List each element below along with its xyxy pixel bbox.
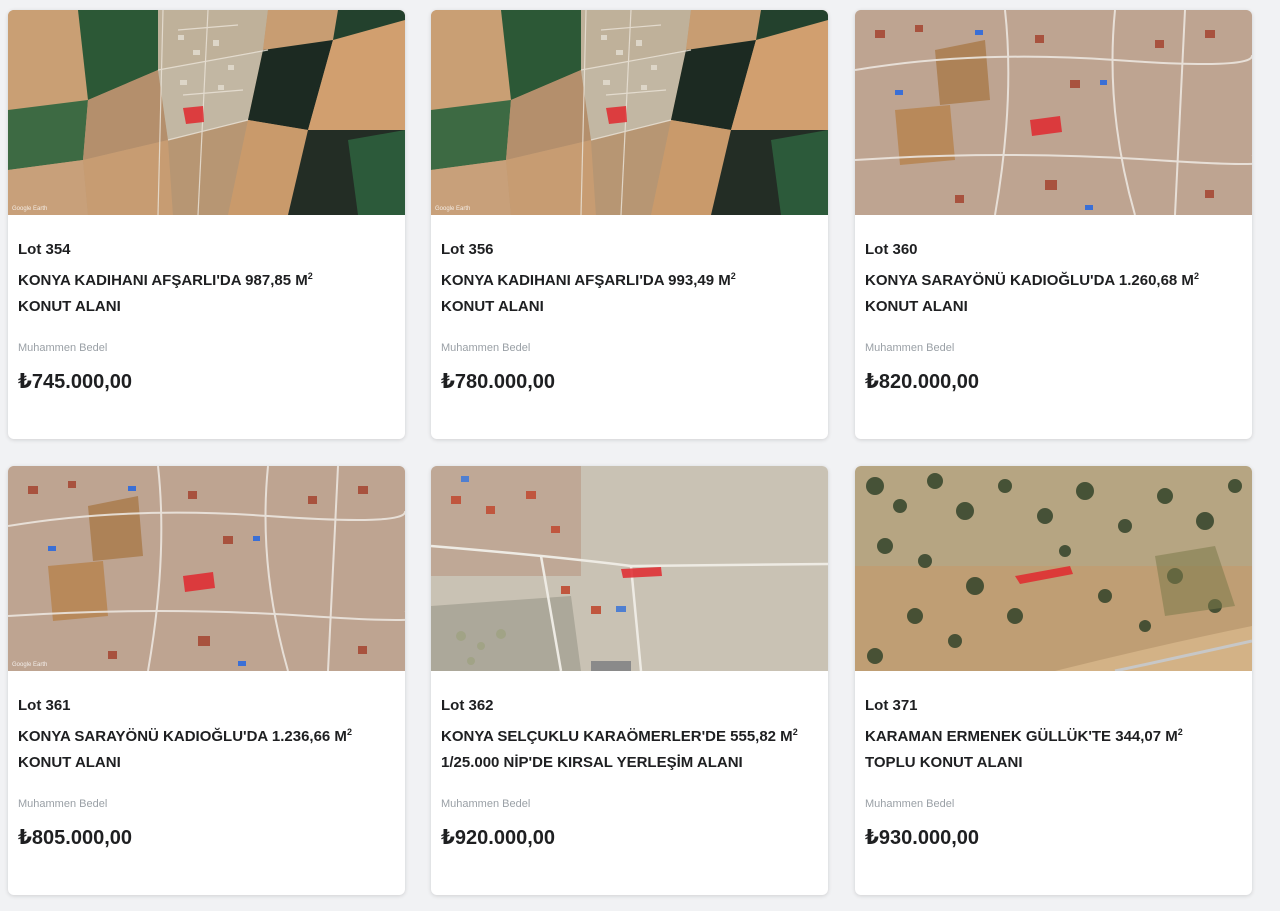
listings-grid: Google Earth Lot 354 KONYA KADIHANI AFŞA… [0,0,1280,911]
listing-subtitle: KONUT ALANI [441,298,544,315]
listing-image[interactable]: Google Earth [8,466,405,671]
lot-number: Lot 362 [441,697,494,714]
aerial-farmland-image [431,10,828,215]
image-credit: Google Earth [12,206,48,212]
listing-subtitle: KONUT ALANI [865,298,968,315]
aerial-farmland-image [8,10,405,215]
lot-number: Lot 360 [865,241,918,258]
listing-subtitle: 1/25.000 NİP'DE KIRSAL YERLEŞİM ALANI [441,754,743,771]
listing-subtitle: KONUT ALANI [18,754,121,771]
listing-title-link[interactable]: KARAMAN ERMENEK GÜLLÜK'TE 344,07 M2 TOPL… [865,724,1242,776]
listing-subtitle: TOPLU KONUT ALANI [865,754,1023,771]
superscript: 2 [792,727,798,737]
aerial-scrubland-image [855,466,1252,671]
listing-image[interactable] [431,466,828,671]
image-credit: Google Earth [12,662,48,668]
listing-title-link[interactable]: KONYA KADIHANI AFŞARLI'DA 987,85 M2 KONU… [18,268,395,320]
price-value: ₺745.000,00 [18,371,133,393]
listing-title-link[interactable]: KONYA SARAYÖNÜ KADIOĞLU'DA 1.236,66 M2 K… [18,724,395,776]
lot-number: Lot 361 [18,697,71,714]
listing-title-link[interactable]: KONYA SELÇUKLU KARAÖMERLER'DE 555,82 M2 … [441,724,818,776]
superscript: 2 [730,271,736,281]
listing-image[interactable] [855,10,1252,215]
price-label: Muhammen Bedel [865,342,955,354]
listing-image[interactable] [855,466,1252,671]
price-value: ₺820.000,00 [865,371,980,393]
price-label: Muhammen Bedel [441,342,531,354]
listing-card[interactable]: Google Earth Lot 361 KONYA SARAYÖNÜ KADI… [8,466,405,895]
listing-card[interactable]: Lot 360 KONYA SARAYÖNÜ KADIOĞLU'DA 1.260… [855,10,1252,439]
image-credit: Google Earth [435,206,471,212]
aerial-outskirts-image [431,466,828,671]
price-label: Muhammen Bedel [18,798,108,810]
listing-image[interactable]: Google Earth [8,10,405,215]
listing-subtitle: KONUT ALANI [18,298,121,315]
listing-title: KONYA KADIHANI AFŞARLI'DA 987,85 M [18,272,308,289]
lot-number: Lot 354 [18,241,71,258]
price-label: Muhammen Bedel [865,798,955,810]
price-value: ₺780.000,00 [441,371,556,393]
listing-card[interactable]: Lot 371 KARAMAN ERMENEK GÜLLÜK'TE 344,07… [855,466,1252,895]
listing-image[interactable]: Google Earth [431,10,828,215]
listing-card[interactable]: Google Earth Lot 356 KONYA KADIHANI AFŞA… [431,10,828,439]
listing-card[interactable]: Lot 362 KONYA SELÇUKLU KARAÖMERLER'DE 55… [431,466,828,895]
superscript: 2 [307,271,313,281]
price-label: Muhammen Bedel [441,798,531,810]
price-value: ₺920.000,00 [441,827,556,849]
lot-number: Lot 356 [441,241,494,258]
listing-title-link[interactable]: KONYA KADIHANI AFŞARLI'DA 993,49 M2 KONU… [441,268,818,320]
listing-title: KARAMAN ERMENEK GÜLLÜK'TE 344,07 M [865,728,1178,745]
listing-title: KONYA SELÇUKLU KARAÖMERLER'DE 555,82 M [441,728,793,745]
listing-title: KONYA SARAYÖNÜ KADIOĞLU'DA 1.236,66 M [18,728,347,745]
superscript: 2 [1177,727,1183,737]
listing-card[interactable]: Google Earth Lot 354 KONYA KADIHANI AFŞA… [8,10,405,439]
price-label: Muhammen Bedel [18,342,108,354]
price-value: ₺805.000,00 [18,827,133,849]
listing-title: KONYA KADIHANI AFŞARLI'DA 993,49 M [441,272,731,289]
price-value: ₺930.000,00 [865,827,980,849]
aerial-village-image [8,466,405,671]
aerial-village-image [855,10,1252,215]
superscript: 2 [1193,271,1199,281]
lot-number: Lot 371 [865,697,918,714]
superscript: 2 [346,727,352,737]
listing-title-link[interactable]: KONYA SARAYÖNÜ KADIOĞLU'DA 1.260,68 M2 K… [865,268,1242,320]
listing-title: KONYA SARAYÖNÜ KADIOĞLU'DA 1.260,68 M [865,272,1194,289]
